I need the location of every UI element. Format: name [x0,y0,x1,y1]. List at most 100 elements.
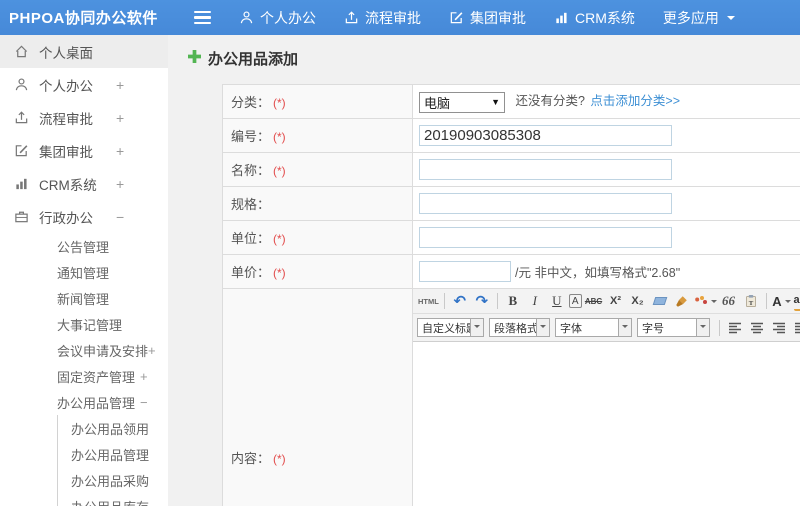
expand-toggle[interactable]: + [140,369,148,384]
sidebar-item-label: 固定资产管理 [57,369,136,385]
nav-workflow-approval[interactable]: 流程审批 [344,8,421,28]
flow-icon [14,110,30,125]
rich-text-editor: HTML↶↷BIUAABCX²X₂66TAab 自定义标题段落格式字体字号 [413,289,800,506]
highlight-button[interactable]: ab [793,291,800,311]
sidebar-item-events[interactable]: 大事记管理 [0,311,168,337]
name-input[interactable] [419,159,672,180]
nav-item-label: 集团审批 [470,9,526,26]
strikethrough-button[interactable]: ABC [584,291,604,311]
align-right-icon[interactable] [769,318,789,338]
editor-content-area[interactable] [413,342,800,506]
menu-toggle-icon[interactable] [194,10,211,25]
font-color-button[interactable]: A [772,291,792,311]
superscript-button[interactable]: X² [606,291,626,311]
font-family-select[interactable]: 字体 [555,318,632,337]
sidebar-item-label: 流程审批 [39,111,93,127]
toolbar-separator [719,319,720,336]
sidebar-item-news[interactable]: 新闻管理 [0,285,168,311]
code-input[interactable] [419,125,672,146]
bold-button[interactable]: B [503,291,523,311]
sidebar-item-supplies-claim[interactable]: 办公用品领用 [57,415,168,441]
sidebar-item-fixed-assets[interactable]: 固定资产管理 + [0,363,168,389]
editor-toolbar: HTML↶↷BIUAABCX²X₂66TAab 自定义标题段落格式字体字号 [413,289,800,342]
expand-toggle[interactable]: + [116,110,124,126]
price-format-hint: /元 非中文，如填写格式"2.68" [515,265,681,280]
required-mark: (*) [273,232,286,246]
subscript-button[interactable]: X₂ [628,291,648,311]
nav-group-approval[interactable]: 集团审批 [449,8,526,28]
sidebar-item-label: 个人桌面 [39,45,93,61]
expand-toggle[interactable]: + [148,343,156,358]
add-category-link[interactable]: 点击添加分类>> [590,94,680,108]
form-row-unit: 单位： (*) [222,220,800,255]
sidebar-item-notice[interactable]: 通知管理 [0,259,168,285]
eraser-icon[interactable] [650,291,670,311]
sidebar-item-group-approval[interactable]: 集团审批 + [0,134,168,167]
required-mark: (*) [273,96,286,110]
sidebar: 个人桌面 个人办公 + 流程审批 + 集团审批 + CRM系统 + 行政办公 − 公告管理 通知管理 新闻… [0,35,168,506]
field-label: 编号： [231,129,271,144]
sidebar-item-office-supplies[interactable]: 办公用品管理 − [0,389,168,415]
user-icon [239,10,254,25]
unit-input[interactable] [419,227,672,248]
dropdown-label: 字号 [642,322,664,335]
toolbar-separator [765,293,767,309]
spec-input[interactable] [419,193,672,214]
html-source-button[interactable]: HTML [418,291,439,311]
italic-button[interactable]: I [525,291,545,311]
sidebar-item-supplies-stock[interactable]: 办公用品库存 [57,493,168,506]
sidebar-item-label: 行政办公 [39,210,93,226]
paragraph-select[interactable]: 段落格式 [489,318,550,337]
align-center-icon[interactable] [747,318,767,338]
dropdown-label: 字体 [560,322,582,335]
chart-icon [14,176,30,191]
nav-crm-system[interactable]: CRM系统 [554,8,635,28]
sidebar-item-supplies-manage[interactable]: 办公用品管理 [57,441,168,467]
page-title: 办公用品添加 [208,51,299,68]
undo-icon[interactable]: ↶ [450,291,470,311]
briefcase-icon [14,209,30,224]
sidebar-item-label: 新闻管理 [57,291,110,307]
price-input[interactable] [419,261,511,282]
underline-button[interactable]: U [547,291,567,311]
expand-toggle[interactable]: + [116,143,124,159]
top-navbar: PHPOA协同办公软件 个人办公 流程审批 集团审批 CRM系统 更多应用 [0,0,800,35]
sidebar-item-label: 办公用品库存 [71,497,149,506]
heading-select[interactable]: 自定义标题 [417,318,484,337]
expand-toggle[interactable]: − [140,395,148,410]
symbol-icon[interactable] [694,291,717,311]
expand-toggle[interactable]: + [116,176,124,192]
blockquote-button[interactable]: 66 [719,291,739,311]
nav-personal-office[interactable]: 个人办公 [239,8,316,28]
sidebar-item-personal-office[interactable]: 个人办公 + [0,68,168,101]
sidebar-item-crm[interactable]: CRM系统 + [0,167,168,200]
paste-icon[interactable]: T [741,291,761,311]
align-justify-icon[interactable] [791,318,800,338]
sidebar-item-announcement[interactable]: 公告管理 [0,233,168,259]
sidebar-item-label: 会议申请及安排 [57,343,149,359]
category-hint: 还没有分类? [515,94,585,109]
caret-down-icon [726,15,735,24]
sidebar-item-label: 通知管理 [57,265,110,281]
sidebar-item-label: 办公用品管理 [71,447,150,463]
chart-icon [554,10,569,25]
redo-icon[interactable]: ↷ [472,291,492,311]
form-row-price: 单价： (*) /元 非中文，如填写格式"2.68" [222,254,800,289]
app-logo[interactable]: PHPOA协同办公软件 [0,7,168,28]
form-row-category: 分类： (*) 电脑 ▼ 还没有分类? 点击添加分类>> [222,84,800,119]
align-left-icon[interactable] [725,318,745,338]
expand-toggle[interactable]: − [116,209,124,225]
expand-toggle[interactable]: + [116,77,124,93]
category-select[interactable]: 电脑 ▼ [419,91,505,113]
char-border-button[interactable]: A [568,294,582,308]
sidebar-item-supplies-purchase[interactable]: 办公用品采购 [57,467,168,493]
font-size-select[interactable]: 字号 [637,318,710,337]
sidebar-item-admin-office[interactable]: 行政办公 − [0,200,168,233]
nav-more-apps[interactable]: 更多应用 [663,8,735,28]
toolbar-separator [496,293,498,309]
sidebar-item-meeting[interactable]: 会议申请及安排 + [0,337,168,363]
sidebar-item-workflow[interactable]: 流程审批 + [0,101,168,134]
format-brush-icon[interactable] [672,291,692,311]
sidebar-item-desktop[interactable]: 个人桌面 [0,35,168,68]
supplies-add-form: 分类：(*) 电脑 ▼ 还没有分类? 点击添加分类>> 编号：(*) 名称：(*… [222,84,800,506]
